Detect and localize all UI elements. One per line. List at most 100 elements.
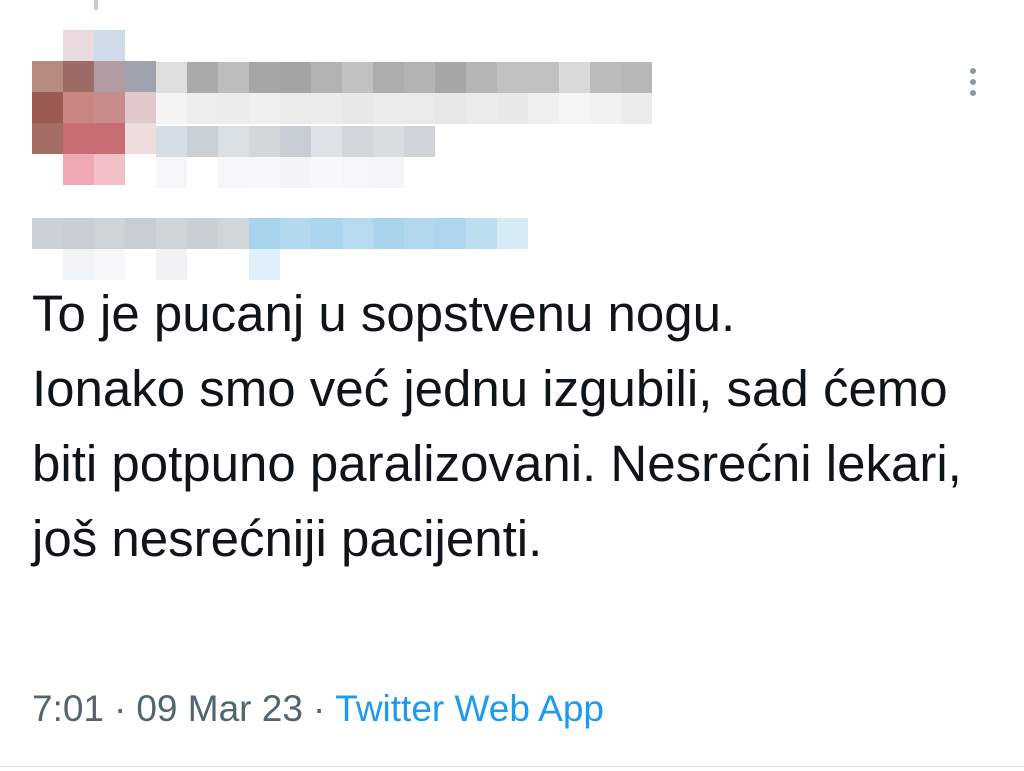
- pixelation-cell: [32, 92, 63, 123]
- pixelation-cell: [497, 93, 528, 124]
- pixelation-cell: [404, 218, 435, 249]
- pixelation-cell: [63, 92, 94, 123]
- pixelation-cell: [94, 123, 125, 154]
- pixelation-cell: [63, 218, 94, 249]
- pixelation-cell: [218, 218, 249, 249]
- pixelation-cell: [125, 92, 156, 123]
- tweet-time[interactable]: 7:01: [32, 688, 104, 729]
- pixelation-cell: [435, 62, 466, 93]
- thread-connector-line: [94, 0, 98, 10]
- pixelation-cell: [311, 157, 342, 188]
- pixelation-cell: [373, 93, 404, 124]
- tweet-meta: 7:01 · 09 Mar 23 · Twitter Web App: [32, 684, 604, 734]
- pixelation-cell: [32, 218, 63, 249]
- pixelation-cell: [187, 157, 218, 188]
- pixelation-cell: [404, 126, 435, 157]
- pixelation-cell: [156, 218, 187, 249]
- pixelation-cell: [218, 157, 249, 188]
- tweet-date[interactable]: 09 Mar 23: [136, 688, 303, 729]
- meta-separator: ·: [312, 688, 326, 729]
- pixelation-cell: [311, 126, 342, 157]
- pixelation-cell: [187, 93, 218, 124]
- pixelation-cell: [280, 157, 311, 188]
- pixelation-cell: [466, 93, 497, 124]
- pixelation-cell: [342, 93, 373, 124]
- more-options-button[interactable]: [958, 62, 988, 102]
- pixelation-cell: [373, 218, 404, 249]
- pixelation-cell: [125, 61, 156, 92]
- pixelation-cell: [156, 62, 187, 93]
- pixelation-cell: [94, 30, 125, 61]
- tweet-source-link[interactable]: Twitter Web App: [335, 688, 604, 729]
- pixelation-cell: [94, 154, 125, 185]
- pixelation-cell: [311, 93, 342, 124]
- pixelation-cell: [125, 154, 156, 185]
- username-redacted[interactable]: [156, 126, 435, 188]
- pixelation-cell: [373, 62, 404, 93]
- pixelation-cell: [94, 61, 125, 92]
- more-vertical-icon: [970, 79, 976, 85]
- pixelation-cell: [249, 218, 280, 249]
- pixelation-cell: [342, 157, 373, 188]
- pixelation-cell: [280, 126, 311, 157]
- pixelation-cell: [94, 92, 125, 123]
- pixelation-cell: [32, 30, 63, 61]
- pixelation-cell: [156, 126, 187, 157]
- pixelation-cell: [187, 218, 218, 249]
- pixelation-cell: [63, 123, 94, 154]
- pixelation-cell: [63, 30, 94, 61]
- more-vertical-icon: [970, 90, 976, 96]
- pixelation-cell: [280, 62, 311, 93]
- pixelation-cell: [342, 218, 373, 249]
- bottom-divider: [0, 766, 1024, 767]
- pixelation-cell: [218, 126, 249, 157]
- pixelation-cell: [466, 62, 497, 93]
- pixelation-cell: [559, 93, 590, 124]
- pixelation-cell: [125, 30, 156, 61]
- pixelation-cell: [528, 93, 559, 124]
- pixelation-cell: [156, 157, 187, 188]
- pixelation-cell: [528, 62, 559, 93]
- pixelation-cell: [187, 126, 218, 157]
- pixelation-cell: [249, 62, 280, 93]
- pixelation-cell: [249, 126, 280, 157]
- pixelation-cell: [435, 218, 466, 249]
- pixelation-cell: [311, 218, 342, 249]
- pixelation-cell: [32, 61, 63, 92]
- pixelation-cell: [404, 93, 435, 124]
- pixelation-cell: [218, 93, 249, 124]
- pixelation-cell: [404, 62, 435, 93]
- pixelation-cell: [497, 218, 528, 249]
- pixelation-cell: [497, 62, 528, 93]
- pixelation-cell: [32, 123, 63, 154]
- pixelation-cell: [621, 62, 652, 93]
- meta-separator: ·: [114, 688, 127, 729]
- pixelation-cell: [373, 157, 404, 188]
- avatar[interactable]: [32, 30, 156, 185]
- pixelation-cell: [404, 157, 435, 188]
- pixelation-cell: [187, 62, 218, 93]
- pixelation-cell: [311, 62, 342, 93]
- pixelation-cell: [280, 93, 311, 124]
- pixelation-cell: [621, 93, 652, 124]
- pixelation-cell: [63, 154, 94, 185]
- pixelation-cell: [32, 154, 63, 185]
- pixelation-cell: [249, 93, 280, 124]
- pixelation-cell: [435, 93, 466, 124]
- pixelation-cell: [125, 218, 156, 249]
- pixelation-cell: [218, 62, 249, 93]
- more-vertical-icon: [970, 68, 976, 74]
- pixelation-cell: [280, 218, 311, 249]
- display-name-redacted[interactable]: [156, 62, 652, 124]
- pixelation-cell: [590, 93, 621, 124]
- replying-to-redacted[interactable]: [32, 218, 528, 280]
- pixelation-cell: [559, 62, 590, 93]
- tweet-text: To je pucanj u sopstvenu nogu. Ionako sm…: [32, 285, 962, 567]
- pixelation-cell: [590, 62, 621, 93]
- pixelation-cell: [342, 62, 373, 93]
- pixelation-cell: [466, 218, 497, 249]
- pixelation-cell: [342, 126, 373, 157]
- pixelation-cell: [63, 61, 94, 92]
- pixelation-cell: [125, 123, 156, 154]
- pixelation-cell: [249, 157, 280, 188]
